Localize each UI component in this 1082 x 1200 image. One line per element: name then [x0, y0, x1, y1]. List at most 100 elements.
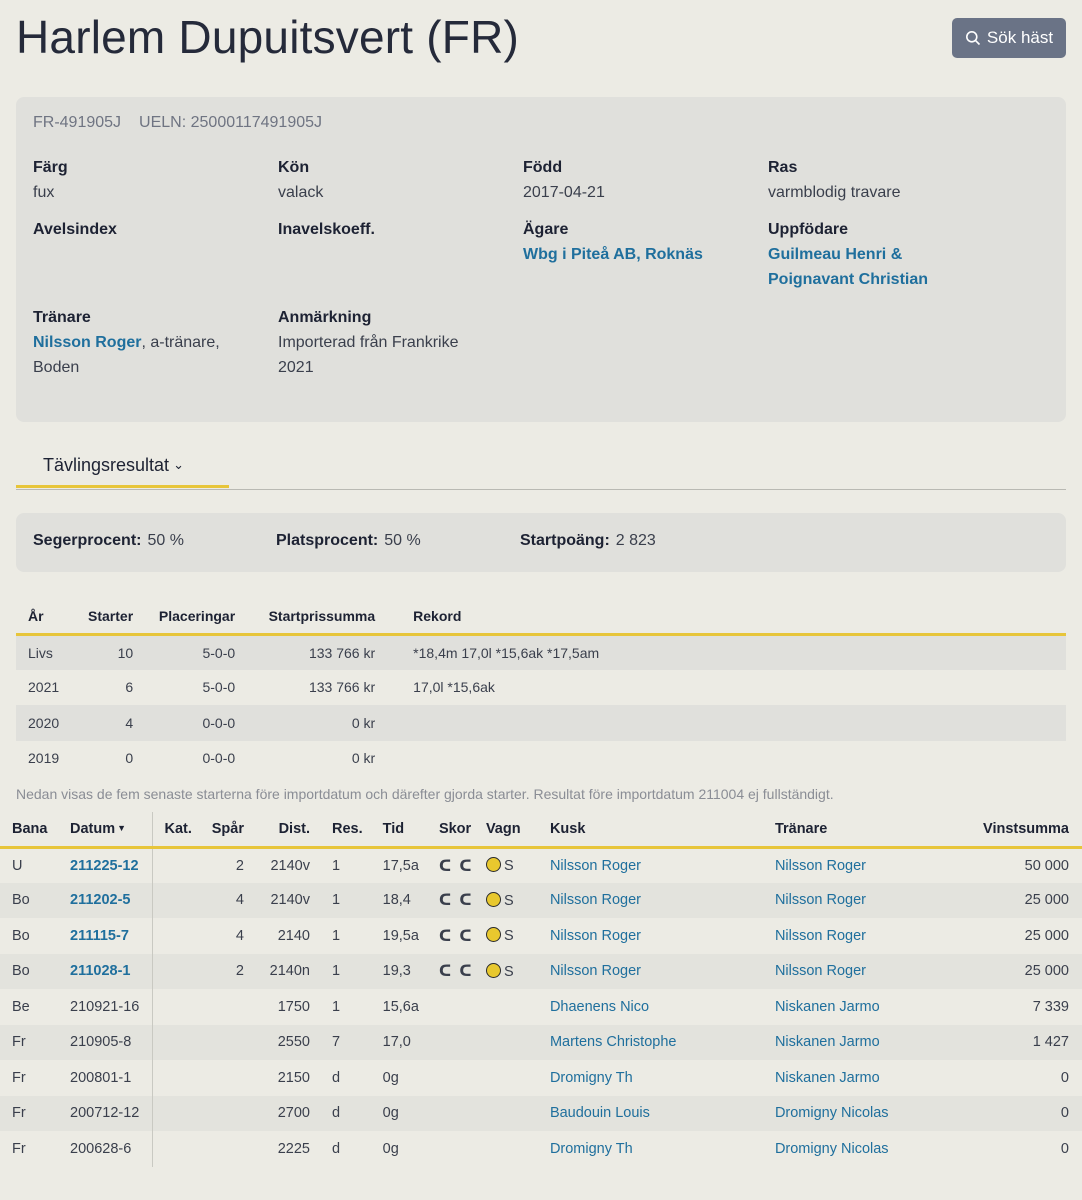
race-tranare: Dromigny Nicolas	[763, 1131, 939, 1167]
trainer-link[interactable]: Niskanen Jarmo	[775, 1034, 880, 1050]
race-date-link[interactable]: 211115-7	[70, 928, 129, 944]
race-spar	[204, 989, 250, 1025]
race-tranare: Nilsson Roger	[763, 847, 939, 883]
field-label: Född	[523, 159, 563, 176]
races-header-spar[interactable]: Spår	[204, 812, 250, 849]
race-kusk: Nilsson Roger	[537, 953, 763, 989]
race-bana: Fr	[0, 1024, 64, 1060]
races-header-tid[interactable]: Tid	[368, 812, 425, 849]
race-tid: 17,5a	[382, 857, 419, 874]
driver-link[interactable]: Nilsson Roger	[550, 963, 641, 979]
summary-cell: 133 766 kr	[247, 634, 388, 670]
field-label: Ras	[768, 159, 798, 176]
vagn-label: S	[503, 963, 514, 980]
trainer-link[interactable]: Niskanen Jarmo	[775, 999, 880, 1015]
stat-label: Segerprocent:	[33, 532, 142, 549]
trainer-link[interactable]: Nilsson Roger	[33, 334, 141, 351]
race-res: 1	[316, 953, 369, 989]
race-date-link[interactable]: 211202-5	[70, 892, 130, 908]
race-row: Be 210921-16 1750 1 15,6a Dhaenens Nico Niskan…	[0, 989, 1082, 1025]
driver-link[interactable]: Dromigny Th	[550, 1141, 633, 1157]
race-tid: 0g	[382, 1140, 399, 1157]
trainer-link[interactable]: Nilsson Roger	[775, 963, 866, 979]
sulky-icon	[485, 857, 501, 872]
race-spar: 2	[204, 953, 250, 989]
race-bana: Bo	[12, 927, 30, 944]
trainer-link[interactable]: Nilsson Roger	[775, 858, 866, 874]
search-horse-button[interactable]: Sök häst	[952, 18, 1066, 58]
race-date-link[interactable]: 211028-1	[70, 963, 130, 979]
race-kat	[152, 1131, 204, 1167]
race-date-link[interactable]: 211225-12	[70, 858, 139, 874]
race-kat	[152, 989, 204, 1025]
driver-link[interactable]: Dromigny Th	[550, 1070, 633, 1086]
field-value: valack	[278, 184, 324, 201]
races-header-dist[interactable]: Dist.	[250, 812, 316, 849]
race-skor	[425, 1060, 480, 1096]
field-label: Färg	[33, 159, 68, 176]
race-bana: Fr	[12, 1140, 26, 1157]
summary-header: Rekord	[387, 600, 1066, 636]
race-dist: 2700	[250, 1095, 316, 1131]
driver-link[interactable]: Nilsson Roger	[550, 858, 641, 874]
trainer-link[interactable]: Niskanen Jarmo	[775, 1070, 880, 1086]
races-header-bana[interactable]: Bana	[0, 812, 64, 849]
race-skor	[425, 989, 480, 1025]
race-datum: 200712-12	[64, 1095, 153, 1131]
field-ras: Ras varmblodig travare	[768, 157, 998, 205]
trainer-link[interactable]: Dromigny Nicolas	[775, 1105, 889, 1121]
race-skor: ᑕ ᑕ	[425, 918, 480, 954]
summary-row: 2021 6 5-0-0 133 766 kr 17,0l *15,6ak	[16, 670, 1066, 706]
summary-cell: 5-0-0	[202, 679, 236, 696]
race-bana: U	[12, 857, 23, 874]
driver-link[interactable]: Dhaenens Nico	[550, 999, 649, 1015]
breeder-link[interactable]: Guilmeau Henri & Poignavant Christian	[768, 246, 928, 288]
trainer-link[interactable]: Nilsson Roger	[775, 892, 866, 908]
summary-row: 2019 0 0-0-0 0 kr	[16, 741, 1066, 777]
race-spar: 2	[235, 857, 244, 874]
race-datum: 200628-6	[64, 1131, 153, 1167]
driver-link[interactable]: Baudouin Louis	[550, 1105, 650, 1121]
races-header-vinstsumma[interactable]: Vinstsumma	[938, 812, 1082, 849]
driver-link[interactable]: Nilsson Roger	[550, 928, 641, 944]
field-anmarkning: Anmärkning Importerad från Frankrike 202…	[278, 307, 478, 380]
driver-link[interactable]: Martens Christophe	[550, 1034, 677, 1050]
trainer-link[interactable]: Dromigny Nicolas	[775, 1141, 889, 1157]
sulky-icon	[485, 891, 501, 907]
race-tranare: Nilsson Roger	[762, 953, 939, 989]
driver-link[interactable]: Nilsson Roger	[550, 892, 641, 908]
trainer-link[interactable]: Nilsson Roger	[775, 928, 866, 944]
race-res: 1	[332, 998, 341, 1015]
races-header-skor[interactable]: Skor	[424, 812, 480, 849]
summary-table: År Starter Placeringar Startprissumma Re…	[16, 600, 1066, 776]
ueln: UELN: 25000117491905J	[139, 114, 323, 131]
races-header-tranare[interactable]: Tränare	[762, 812, 939, 849]
race-row: Fr 200712-12 2700 d 0g Baudouin Louis Dromigny…	[0, 1095, 1082, 1131]
race-skor: ᑕ ᑕ	[424, 953, 480, 989]
race-kusk: Dhaenens Nico	[538, 989, 763, 1025]
race-tid: 18,4	[368, 882, 425, 918]
race-dist: 1750	[277, 998, 310, 1015]
tab-tavlingsresultat[interactable]: Tävlingsresultat ⌄	[16, 448, 229, 488]
races-header-kusk[interactable]: Kusk	[537, 812, 763, 849]
import-note: Nedan visas de fem senaste starterna för…	[16, 786, 834, 802]
tab-label: Tävlingsresultat	[43, 455, 170, 475]
race-tid: 17,0	[368, 1024, 425, 1060]
owner-link[interactable]: Wbg i Piteå AB, Roknäs	[523, 246, 703, 263]
race-row: Bo 211202-5 4 2140v 1 18,4 ᑕ ᑕ S Nilsson Roger Ni…	[0, 882, 1082, 918]
summary-cell: 6	[125, 679, 134, 696]
race-tranare: Niskanen Jarmo	[762, 1024, 939, 1060]
races-header-kat[interactable]: Kat.	[152, 812, 204, 849]
races-header-res[interactable]: Res.	[316, 812, 369, 849]
race-date: 200801-1	[70, 1069, 132, 1086]
field-value: fux	[33, 184, 55, 201]
race-res: 7	[316, 1024, 369, 1060]
reg-id: FR-491905J	[33, 114, 122, 131]
summary-cell: Livs	[16, 634, 72, 670]
field-label: Kön	[278, 159, 310, 176]
race-res: d	[316, 1095, 369, 1131]
race-vagn: S	[479, 953, 538, 989]
races-header-vagn[interactable]: Vagn	[479, 812, 538, 849]
races-header-datum[interactable]: Datum ▼	[64, 812, 153, 849]
race-kusk: Dromigny Th	[538, 1060, 763, 1096]
